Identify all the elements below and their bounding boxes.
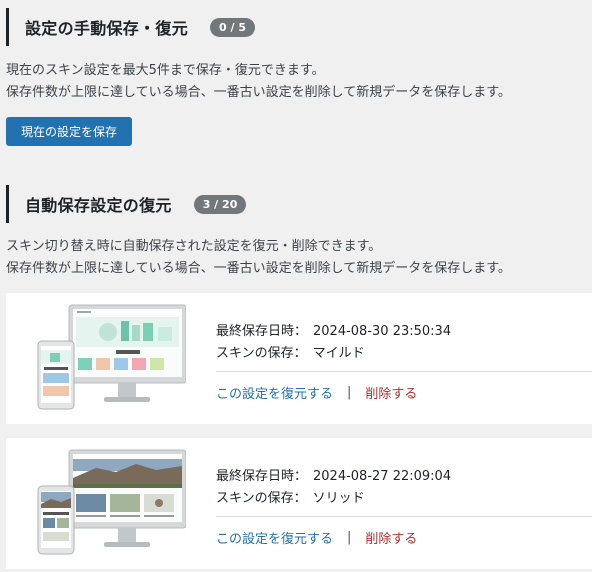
saved-date-row: 最終保存日時： 2024-08-30 23:50:34: [216, 320, 451, 339]
saved-date-value: 2024-08-30 23:50:34: [313, 324, 452, 339]
saved-date-row: 最終保存日時： 2024-08-27 22:09:04: [216, 465, 451, 484]
manual-description: 現在のスキン設定を最大5件まで保存・復元できます。 保存件数が上限に達している場…: [6, 60, 511, 104]
auto-section-header: 自動保存設定の復元 3 / 20: [6, 185, 247, 223]
auto-count-badge: 3 / 20: [193, 194, 247, 214]
action-separator: |: [347, 385, 352, 400]
saved-date-value: 2024-08-27 22:09:04: [313, 469, 452, 484]
saved-date-label: 最終保存日時：: [216, 469, 308, 484]
auto-section-title: 自動保存設定の復元: [25, 196, 172, 215]
action-separator: |: [347, 530, 352, 545]
card-actions: この設定を復元する | 削除する: [216, 528, 417, 547]
restore-setting-link[interactable]: この設定を復元する: [216, 383, 333, 402]
card-divider: [216, 516, 592, 517]
manual-count-badge: 0 / 5: [210, 17, 255, 37]
skin-name-row: スキンの保存： マイルド: [216, 342, 365, 361]
skin-name-value: マイルド: [312, 346, 365, 361]
saved-setting-card: 最終保存日時： 2024-08-27 22:09:04 スキンの保存： ソリッド こ…: [6, 438, 592, 569]
manual-section-title: 設定の手動保存・復元: [25, 19, 189, 38]
delete-setting-link[interactable]: 削除する: [365, 528, 417, 547]
skin-name-label: スキンの保存：: [216, 491, 307, 506]
save-current-settings-button[interactable]: 現在の設定を保存: [6, 117, 132, 146]
card-actions: この設定を復元する | 削除する: [216, 383, 417, 402]
restore-setting-link[interactable]: この設定を復元する: [216, 528, 333, 547]
skin-preview-thumbnail-solid: [37, 449, 186, 555]
auto-description: スキン切り替え時に自動保存された設定を復元・削除できます。 保存件数が上限に達し…: [6, 236, 511, 280]
manual-description-line-1: 現在のスキン設定を最大5件まで保存・復元できます。: [6, 63, 325, 78]
saved-date-label: 最終保存日時：: [216, 324, 308, 339]
manual-description-line-2: 保存件数が上限に達している場合、一番古い設定を削除して新規データを保存します。: [6, 85, 511, 100]
skin-name-value: ソリッド: [312, 491, 365, 506]
skin-name-row: スキンの保存： ソリッド: [216, 487, 365, 506]
card-divider: [216, 371, 592, 372]
manual-section-header: 設定の手動保存・復元 0 / 5: [6, 8, 255, 46]
skin-name-label: スキンの保存：: [216, 346, 307, 361]
auto-description-line-1: スキン切り替え時に自動保存された設定を復元・削除できます。: [6, 239, 382, 254]
saved-setting-card: 最終保存日時： 2024-08-30 23:50:34 スキンの保存： マイルド こ…: [6, 293, 592, 424]
delete-setting-link[interactable]: 削除する: [365, 383, 417, 402]
skin-preview-thumbnail-mild: [37, 304, 186, 410]
auto-description-line-2: 保存件数が上限に達している場合、一番古い設定を削除して新規データを保存します。: [6, 261, 511, 276]
